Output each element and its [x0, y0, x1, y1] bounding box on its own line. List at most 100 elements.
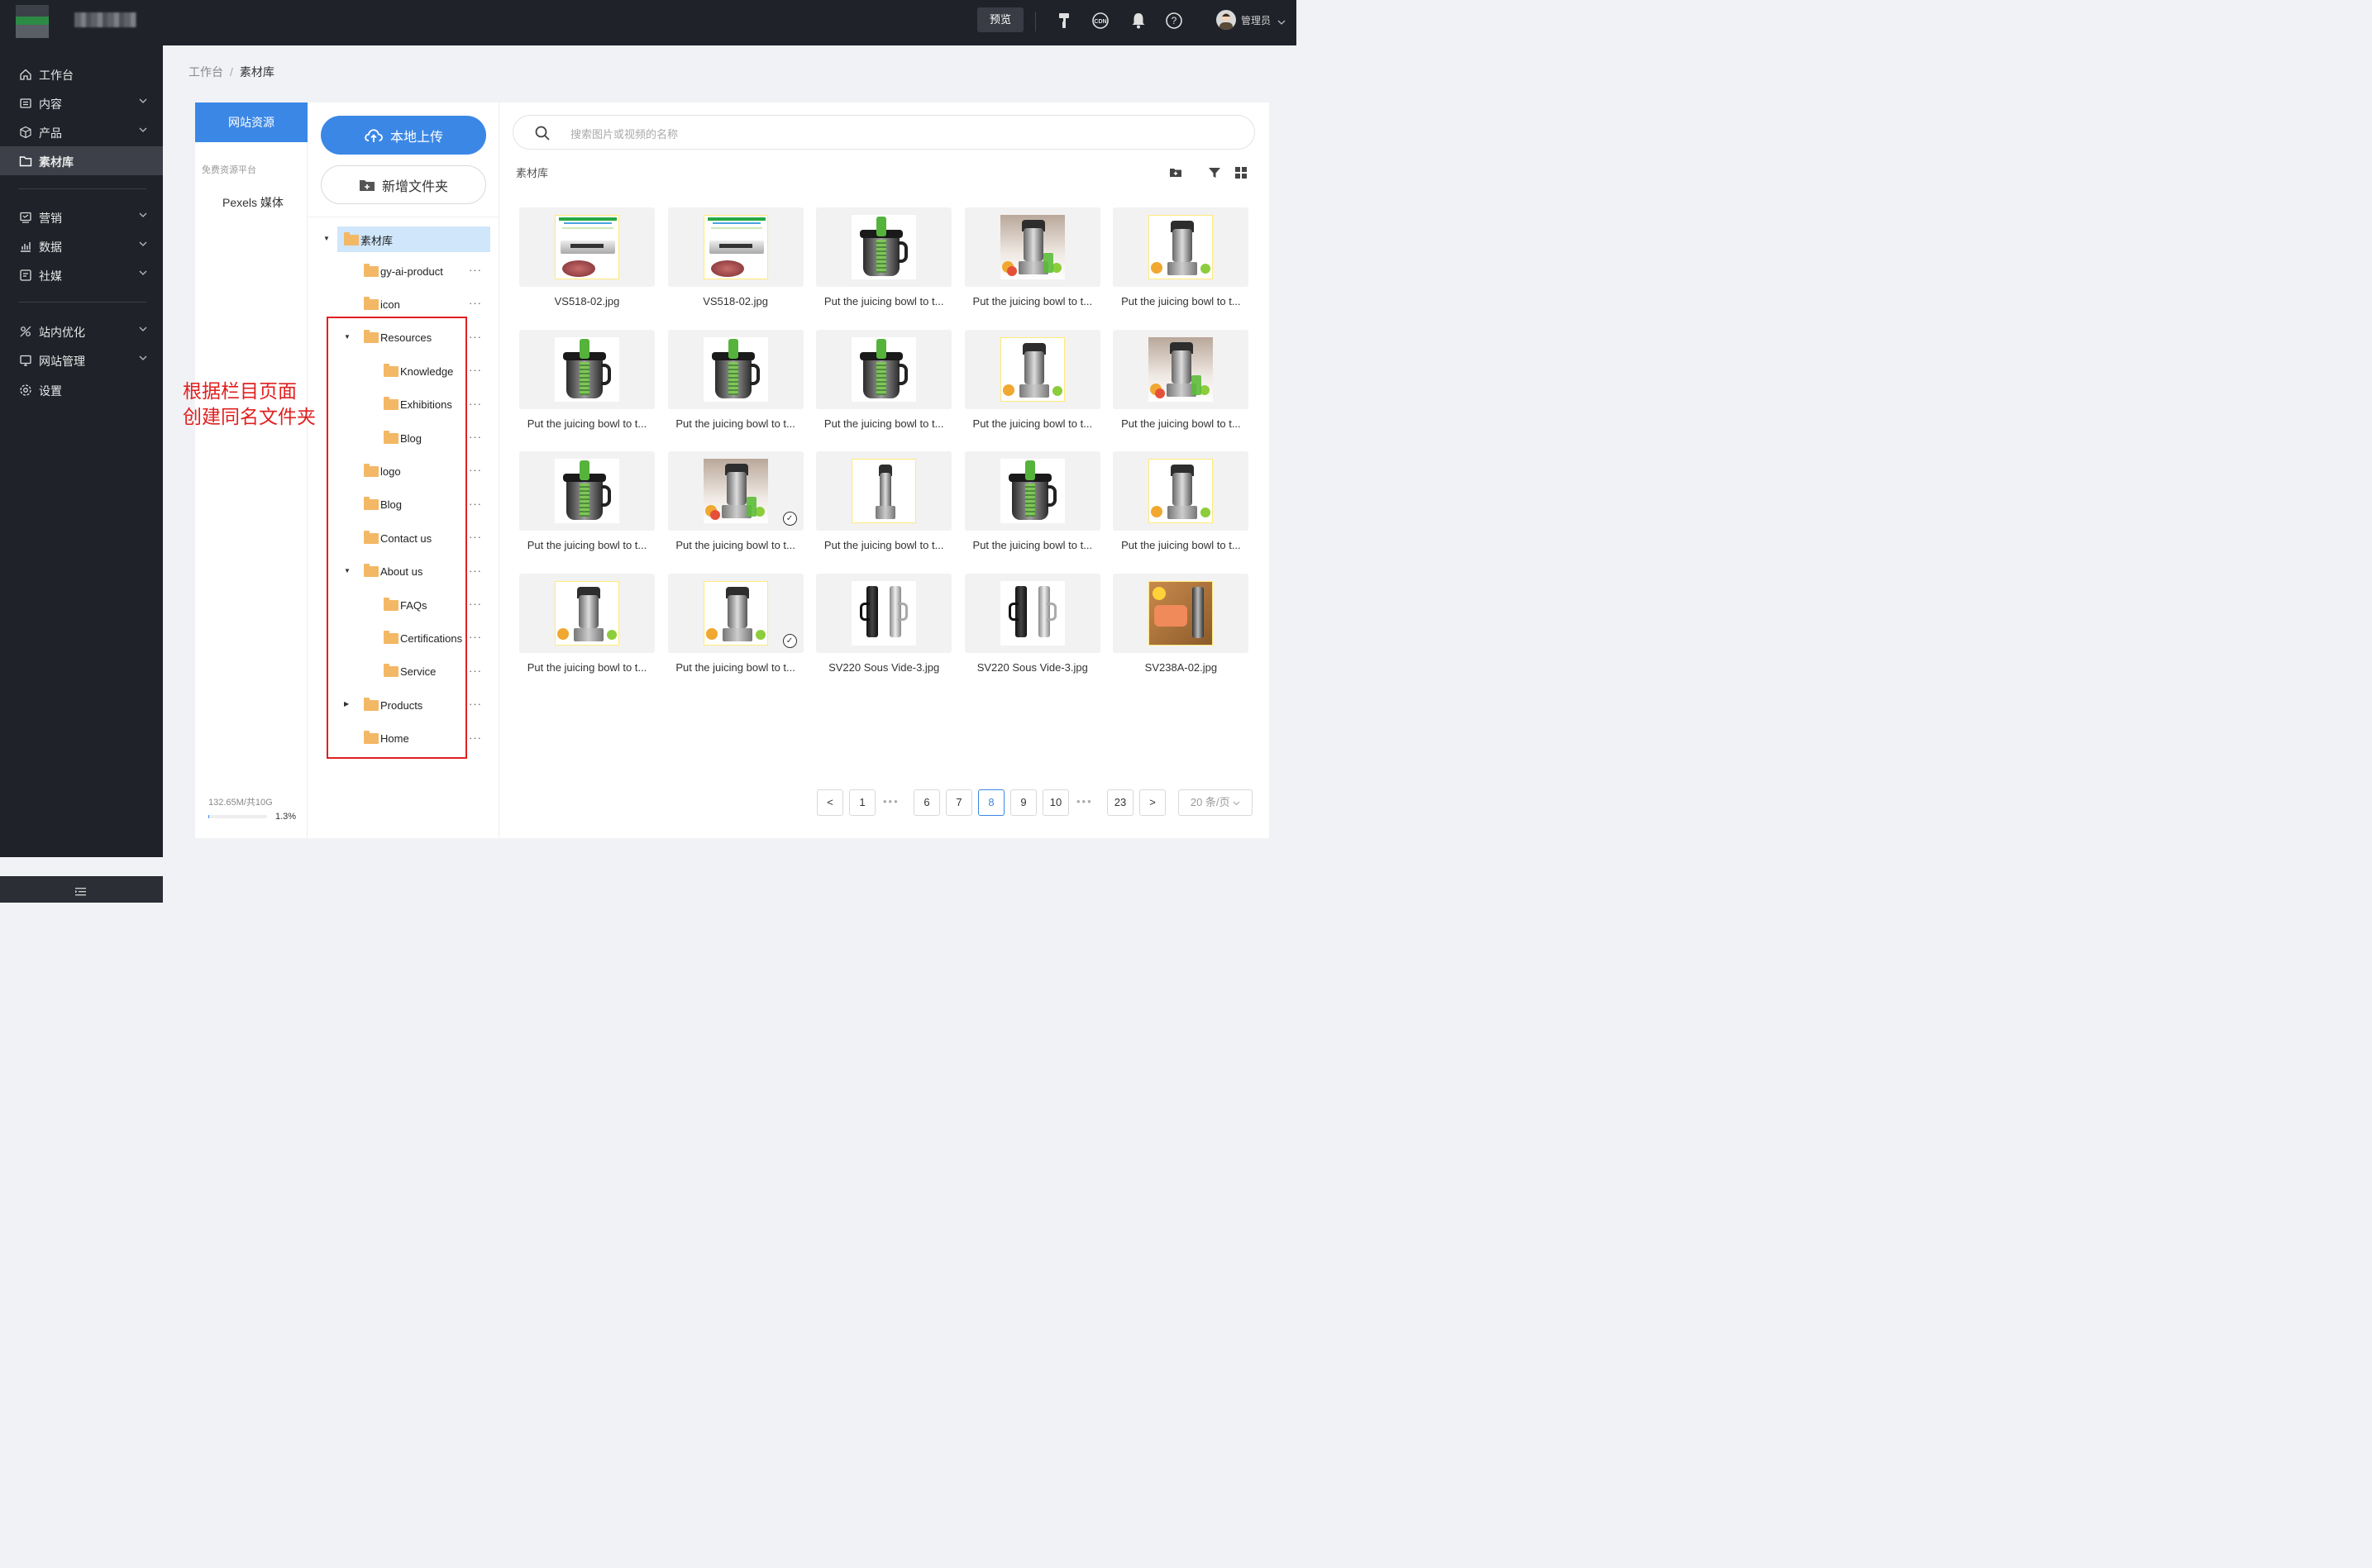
pagination-ellipsis[interactable]: •••: [1076, 789, 1093, 816]
asset-card[interactable]: Put the juicing bowl to t...: [519, 574, 655, 674]
selected-check-icon[interactable]: ✓: [782, 634, 797, 649]
pagination-page[interactable]: 10: [1043, 789, 1069, 816]
page-size-select[interactable]: 20 条/页: [1178, 789, 1253, 816]
asset-card[interactable]: Put the juicing bowl to t...: [816, 207, 952, 307]
grid-view-icon[interactable]: [1234, 166, 1248, 179]
new-folder-button[interactable]: 新增文件夹: [321, 165, 486, 204]
more-options-icon[interactable]: ···: [469, 431, 482, 443]
sidebar-item-7[interactable]: 站内优化: [0, 317, 163, 346]
more-options-icon[interactable]: ···: [469, 398, 482, 410]
pagination-page[interactable]: 23: [1107, 789, 1134, 816]
asset-card[interactable]: SV238A-02.jpg: [1113, 574, 1249, 674]
pagination-next-button[interactable]: >: [1139, 789, 1166, 816]
asset-thumbnail[interactable]: [816, 451, 952, 531]
sidebar-item-1[interactable]: 内容: [0, 88, 163, 117]
asset-card[interactable]: SV220 Sous Vide-3.jpg: [964, 574, 1100, 674]
asset-thumbnail[interactable]: [1113, 329, 1249, 409]
breadcrumb-parent[interactable]: 工作台: [189, 65, 223, 79]
asset-card[interactable]: VS518-02.jpg: [519, 207, 655, 307]
asset-card[interactable]: SV220 Sous Vide-3.jpg: [816, 574, 952, 674]
asset-card[interactable]: Put the juicing bowl to t...: [816, 329, 952, 430]
pagination-ellipsis[interactable]: •••: [883, 789, 900, 816]
preview-button[interactable]: 预览: [977, 7, 1024, 32]
tree-node[interactable]: gy-ai-product: [364, 262, 443, 280]
asset-thumbnail[interactable]: ✓: [667, 574, 804, 654]
more-options-icon[interactable]: ···: [469, 531, 482, 543]
asset-thumbnail[interactable]: [1113, 451, 1249, 531]
sidebar-item-9[interactable]: 设置: [0, 375, 163, 404]
sidebar-item-0[interactable]: 工作台: [0, 60, 163, 88]
asset-thumbnail[interactable]: [1113, 574, 1249, 654]
more-options-icon[interactable]: ···: [469, 498, 482, 510]
asset-thumbnail[interactable]: [519, 207, 655, 287]
filter-icon[interactable]: [1208, 166, 1221, 179]
pagination-prev-button[interactable]: <: [817, 789, 843, 816]
more-options-icon[interactable]: ···: [469, 297, 482, 309]
more-options-icon[interactable]: ···: [469, 331, 482, 343]
asset-card[interactable]: Put the juicing bowl to t...: [816, 451, 952, 551]
sidebar-item-5[interactable]: 数据: [0, 231, 163, 260]
asset-card[interactable]: Put the juicing bowl to t...: [519, 329, 655, 430]
sidebar-item-3[interactable]: 素材库: [0, 146, 163, 175]
pagination-page[interactable]: 6: [914, 789, 940, 816]
asset-card[interactable]: Put the juicing bowl to t...: [1113, 451, 1249, 551]
user-name[interactable]: 管理员: [1241, 13, 1271, 27]
avatar[interactable]: [1216, 10, 1236, 30]
sidebar-item-2[interactable]: 产品: [0, 117, 163, 146]
asset-card[interactable]: Put the juicing bowl to t...: [964, 329, 1100, 430]
more-options-icon[interactable]: ···: [469, 732, 482, 744]
caret-down-icon[interactable]: ▼: [323, 235, 330, 242]
folder-add-icon[interactable]: [1169, 166, 1182, 179]
asset-thumbnail[interactable]: [1113, 207, 1249, 287]
more-options-icon[interactable]: ···: [469, 698, 482, 710]
more-options-icon[interactable]: ···: [469, 264, 482, 276]
sidebar-item-8[interactable]: 网站管理: [0, 346, 163, 374]
tree-node[interactable]: icon: [364, 295, 400, 313]
search-input[interactable]: 搜索图片或视频的名称: [513, 115, 1255, 150]
more-options-icon[interactable]: ···: [469, 631, 482, 643]
asset-card[interactable]: Put the juicing bowl to t...: [1113, 207, 1249, 307]
asset-thumbnail[interactable]: [964, 574, 1100, 654]
pexels-media-link[interactable]: Pexels 媒体: [222, 194, 284, 211]
bell-icon[interactable]: [1129, 12, 1148, 30]
cdn-icon[interactable]: CDN: [1091, 12, 1110, 30]
asset-thumbnail[interactable]: [667, 329, 804, 409]
sidebar-item-4[interactable]: 营销: [0, 203, 163, 231]
more-options-icon[interactable]: ···: [469, 464, 482, 476]
sidebar-item-6[interactable]: 社媒: [0, 260, 163, 289]
asset-card[interactable]: Put the juicing bowl to t...: [964, 207, 1100, 307]
pagination-page[interactable]: 8: [978, 789, 1005, 816]
asset-thumbnail[interactable]: [519, 451, 655, 531]
pagination-page[interactable]: 1: [849, 789, 876, 816]
pagination-page[interactable]: 7: [946, 789, 972, 816]
asset-thumbnail[interactable]: [816, 329, 952, 409]
asset-card[interactable]: ✓ Put the juicing bowl to t...: [667, 574, 804, 674]
asset-thumbnail[interactable]: [816, 207, 952, 287]
more-options-icon[interactable]: ···: [469, 565, 482, 577]
more-options-icon[interactable]: ···: [469, 665, 482, 677]
asset-thumbnail[interactable]: [964, 207, 1100, 287]
asset-card[interactable]: Put the juicing bowl to t...: [964, 451, 1100, 551]
help-icon[interactable]: ?: [1165, 12, 1183, 30]
asset-card[interactable]: VS518-02.jpg: [667, 207, 804, 307]
asset-thumbnail[interactable]: [964, 329, 1100, 409]
asset-thumbnail[interactable]: [667, 207, 804, 287]
asset-card[interactable]: Put the juicing bowl to t...: [1113, 329, 1249, 430]
asset-thumbnail[interactable]: [519, 574, 655, 654]
pagination-page[interactable]: 9: [1010, 789, 1037, 816]
more-options-icon[interactable]: ···: [469, 598, 482, 610]
selected-check-icon[interactable]: ✓: [782, 512, 797, 527]
tab-website-resources[interactable]: 网站资源: [195, 102, 308, 142]
asset-thumbnail[interactable]: [816, 574, 952, 654]
paint-roller-icon[interactable]: [1055, 12, 1073, 30]
asset-thumbnail[interactable]: ✓: [667, 451, 804, 531]
chevron-down-icon[interactable]: [1277, 15, 1286, 30]
asset-card[interactable]: Put the juicing bowl to t...: [667, 329, 804, 430]
asset-thumbnail[interactable]: [964, 451, 1100, 531]
more-options-icon[interactable]: ···: [469, 364, 482, 376]
collapse-sidebar-button[interactable]: [0, 876, 163, 903]
asset-card[interactable]: Put the juicing bowl to t...: [519, 451, 655, 551]
local-upload-button[interactable]: 本地上传: [321, 116, 486, 155]
tree-root-node[interactable]: 素材库: [344, 231, 393, 249]
asset-card[interactable]: ✓ Put the juicing bowl to t...: [667, 451, 804, 551]
